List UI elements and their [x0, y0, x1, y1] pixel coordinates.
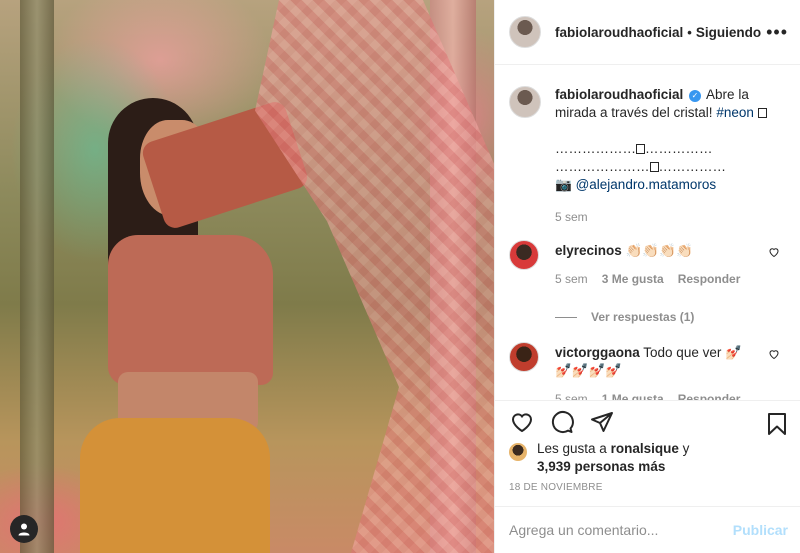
separator-dot: •	[687, 24, 692, 40]
save-bookmark-icon[interactable]	[764, 411, 790, 437]
tagged-user-icon[interactable]	[10, 515, 38, 543]
missing-glyph-icon	[636, 144, 645, 154]
comment-text: 👏🏻👏🏻👏🏻👏🏻	[625, 243, 693, 258]
post-photo[interactable]	[0, 0, 494, 553]
comment-likes[interactable]: 1 Me gusta	[602, 390, 664, 400]
caption-time[interactable]: 5 sem	[555, 208, 784, 226]
mention-link[interactable]: @alejandro.matamoros	[576, 177, 717, 192]
view-replies-label: Ver respuestas (1)	[591, 310, 695, 324]
action-bar	[495, 400, 800, 444]
photo-top	[108, 235, 273, 385]
caption-dots-line: ……………………………	[555, 140, 784, 158]
post-date[interactable]: 18 DE NOVIEMBRE	[509, 482, 603, 493]
caption-username[interactable]: fabiolaroudhaoficial	[555, 87, 683, 102]
post-side-panel: fabiolaroudhaoficial • Siguiendo ••• fab…	[494, 0, 800, 553]
missing-glyph-icon	[649, 162, 659, 172]
likes-and: y	[682, 441, 690, 456]
missing-glyph-icon	[757, 108, 767, 118]
comment-body: elyrecinos 👏🏻👏🏻👏🏻👏🏻 5 sem 3 Me gusta Res…	[555, 242, 755, 288]
add-comment-bar: Publicar	[495, 506, 800, 553]
more-options-icon[interactable]: •••	[766, 22, 788, 43]
likes-text: Les gusta a ronalsique y 3,939 personas …	[537, 440, 689, 476]
reply-button[interactable]: Responder	[678, 390, 741, 400]
avatar[interactable]	[509, 16, 541, 48]
author-username[interactable]: fabiolaroudhaoficial	[555, 25, 683, 40]
caption-dots: ……………	[658, 159, 727, 174]
caption-credit: 📷 @alejandro.matamoros	[555, 176, 784, 194]
comments-list[interactable]: fabiolaroudhaoficial ✓ Abre la mirada a …	[495, 66, 800, 400]
heart-icon[interactable]	[768, 246, 780, 261]
replies-divider	[555, 316, 577, 318]
avatar[interactable]	[509, 443, 527, 461]
caption-dots-line: ………………………………	[555, 158, 784, 176]
caption-dots: ……………	[645, 141, 713, 156]
comment-likes[interactable]: 3 Me gusta	[602, 270, 664, 288]
comment-item: elyrecinos 👏🏻👏🏻👏🏻👏🏻 5 sem 3 Me gusta Res…	[509, 240, 784, 288]
caption-dots: …………………	[555, 159, 650, 174]
publish-button[interactable]: Publicar	[733, 522, 788, 538]
caption-dots: ………………	[555, 141, 636, 156]
avatar[interactable]	[509, 86, 541, 118]
likes-prefix: Les gusta a	[537, 441, 607, 456]
photo-fabric	[255, 0, 494, 553]
hashtag-link[interactable]: #neon	[716, 105, 754, 120]
share-paper-plane-icon[interactable]	[589, 409, 615, 435]
photo-pants	[80, 418, 270, 553]
comment-username[interactable]: victorggaona	[555, 345, 640, 360]
caption: fabiolaroudhaoficial ✓ Abre la mirada a …	[509, 66, 784, 226]
avatar[interactable]	[509, 240, 539, 270]
reply-button[interactable]: Responder	[678, 270, 741, 288]
avatar[interactable]	[509, 342, 539, 372]
comment-meta: 5 sem 1 Me gusta Responder	[555, 390, 755, 400]
view-replies-button[interactable]: Ver respuestas (1)	[555, 310, 784, 324]
comment-input[interactable]	[509, 522, 733, 538]
comment-time[interactable]: 5 sem	[555, 270, 588, 288]
verified-badge-icon: ✓	[689, 90, 702, 102]
liker-username[interactable]: ronalsique	[611, 441, 679, 456]
camera-icon: 📷	[555, 177, 572, 192]
likes-summary: Les gusta a ronalsique y 3,939 personas …	[509, 440, 790, 476]
likes-count-button[interactable]: 3,939 personas más	[537, 459, 665, 474]
following-button[interactable]: Siguiendo	[696, 25, 761, 40]
post-header: fabiolaroudhaoficial • Siguiendo	[495, 0, 800, 65]
comment-meta: 5 sem 3 Me gusta Responder	[555, 270, 755, 288]
photo-tree-trunk	[20, 0, 54, 553]
comment-body: victorggaona Todo que ver 💅🏻💅🏻💅🏻💅🏻💅🏻 5 s…	[555, 344, 755, 400]
post-dialog: fabiolaroudhaoficial • Siguiendo ••• fab…	[0, 0, 800, 553]
like-heart-icon[interactable]	[509, 409, 535, 435]
comment-username[interactable]: elyrecinos	[555, 243, 622, 258]
heart-icon[interactable]	[768, 348, 780, 363]
comment-time[interactable]: 5 sem	[555, 390, 588, 400]
comment-bubble-icon[interactable]	[549, 409, 575, 435]
caption-body: fabiolaroudhaoficial ✓ Abre la mirada a …	[555, 86, 784, 226]
comment-item: victorggaona Todo que ver 💅🏻💅🏻💅🏻💅🏻💅🏻 5 s…	[509, 342, 784, 400]
